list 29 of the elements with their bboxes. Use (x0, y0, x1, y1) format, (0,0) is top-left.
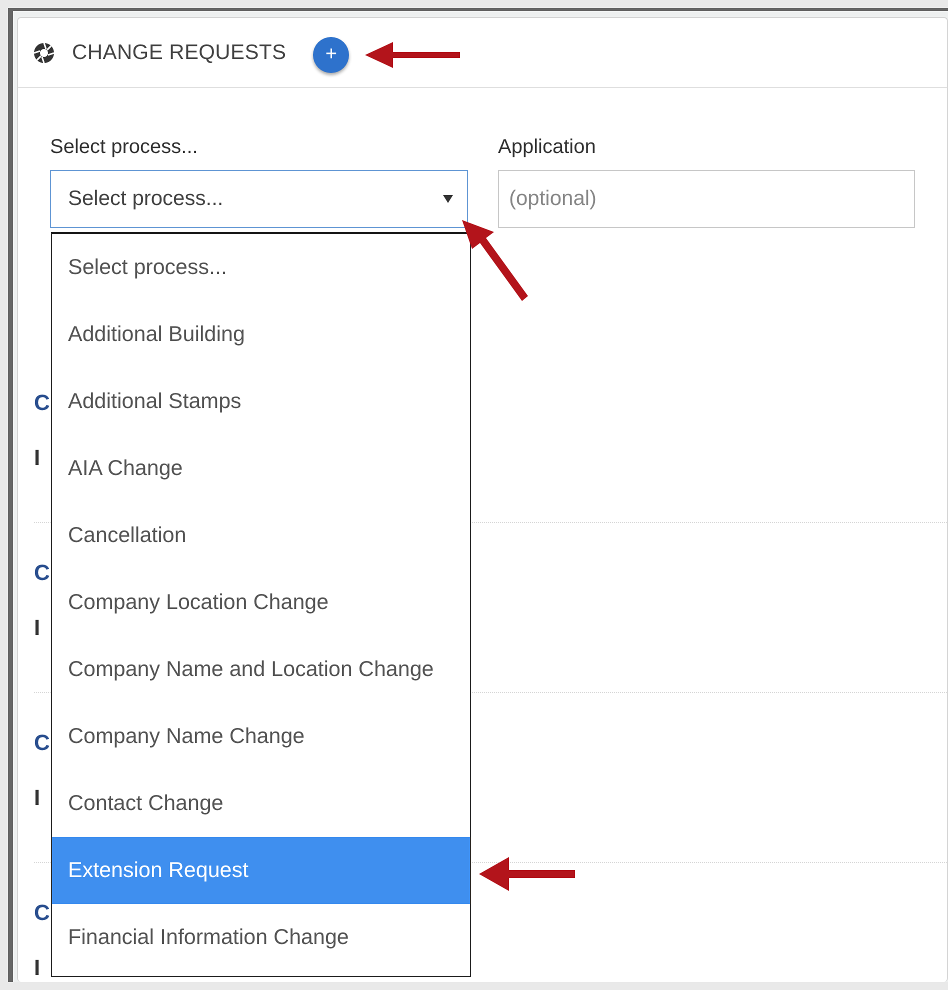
request-title[interactable]: C (34, 388, 50, 418)
arrow-icon (477, 855, 577, 893)
dropdown-option[interactable]: Select process... (52, 234, 470, 301)
dropdown-option[interactable]: Company Location Change (52, 569, 470, 636)
request-detail: I (34, 784, 40, 812)
arrow-icon (363, 40, 463, 70)
dropdown-option[interactable]: Company Name Change (52, 703, 470, 770)
dropdown-option[interactable]: AIA Change (52, 435, 470, 502)
dropdown-option[interactable]: Financial Information Change (52, 904, 470, 971)
request-detail: I (34, 954, 40, 982)
field-label: Select process... (50, 135, 199, 160)
request-detail: I (34, 444, 40, 472)
arrow-icon (460, 218, 530, 303)
request-title[interactable]: C (34, 558, 50, 588)
request-title[interactable]: C (34, 898, 50, 928)
dropdown-option[interactable]: Company Name and Location Change (52, 636, 470, 703)
dropdown-option[interactable]: Contact Change (52, 770, 470, 837)
add-button[interactable]: + (313, 36, 350, 72)
caret-icon (443, 195, 453, 203)
dropdown-option[interactable]: Additional Building (52, 301, 470, 368)
application-field[interactable]: (optional) (498, 170, 915, 228)
panel-title: CHANGE REQUESTS (72, 40, 286, 64)
request-detail: I (34, 614, 40, 642)
aperture-icon (33, 42, 55, 64)
field-label: Application (498, 135, 597, 160)
process-select[interactable]: Select process... (50, 170, 468, 228)
request-title[interactable]: C (34, 728, 50, 758)
dropdown-option[interactable]: Cancellation (52, 502, 470, 569)
dropdown-option[interactable]: Additional Stamps (52, 368, 470, 435)
